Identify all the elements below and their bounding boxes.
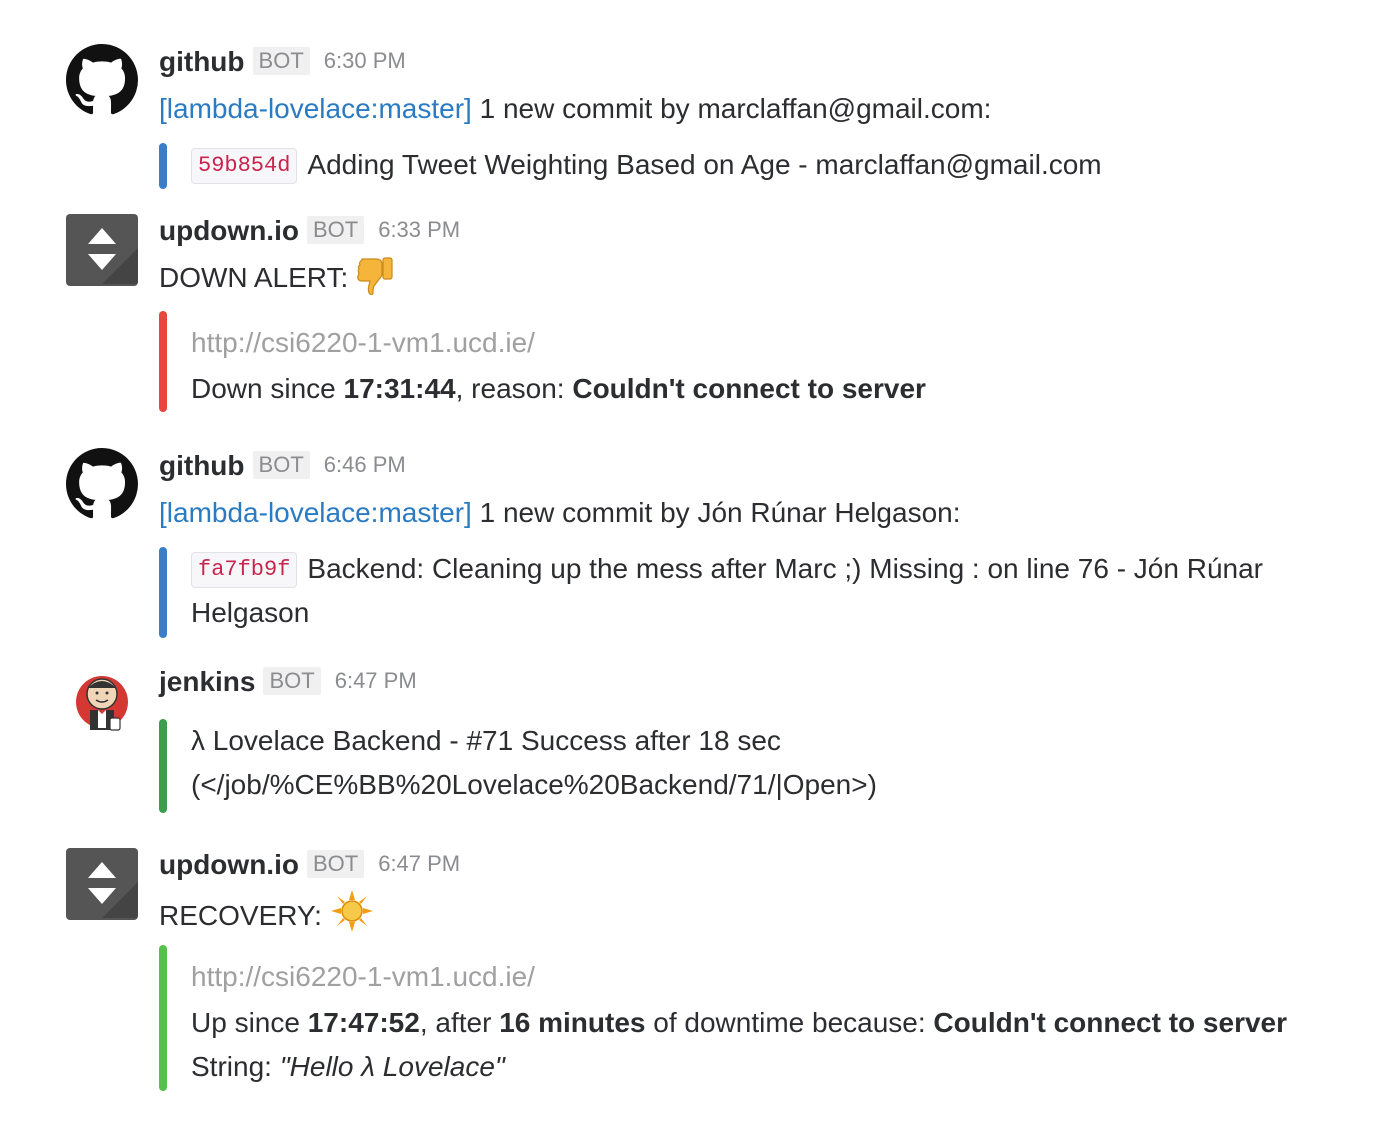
down-reason: Couldn't connect to server	[572, 373, 926, 404]
jenkins-icon	[76, 676, 128, 731]
attachment-bar	[159, 945, 167, 1091]
attachment-bar	[159, 143, 167, 189]
github-avatar[interactable]	[66, 44, 138, 116]
bot-badge: BOT	[252, 451, 310, 479]
status-mid: , reason:	[455, 373, 565, 404]
jenkins-avatar[interactable]	[66, 664, 138, 736]
bot-badge: BOT	[306, 216, 365, 244]
downtime-duration: 16 minutes	[499, 1007, 646, 1038]
username[interactable]: github	[159, 450, 245, 481]
message-header: jenkins BOT 6:47 PM	[159, 666, 417, 698]
username[interactable]: updown.io	[159, 215, 299, 246]
status-prefix: Down since	[191, 373, 336, 404]
username[interactable]: jenkins	[159, 666, 255, 697]
github-avatar[interactable]	[66, 448, 138, 520]
timestamp[interactable]: 6:47 PM	[335, 668, 417, 693]
message-text: RECOVERY:	[159, 889, 374, 946]
commit-summary: 1 new commit by marclaffan@gmail.com:	[479, 93, 992, 124]
commit-attachment: fa7fb9f Backend: Cleaning up the mess aft…	[159, 547, 1339, 638]
downtime-reason: Couldn't connect to server	[933, 1007, 1288, 1038]
down-status: Down since 17:31:44, reason: Couldn't co…	[191, 367, 1339, 411]
message-text: [lambda-lovelace:master] 1 new commit by…	[159, 87, 991, 131]
username[interactable]: updown.io	[159, 849, 299, 880]
alert-attachment: http://csi6220-1-vm1.ucd.ie/ Down since …	[159, 311, 1339, 412]
up-mid: , after	[419, 1007, 492, 1038]
monitored-url-link[interactable]: http://csi6220-1-vm1.ucd.ie/	[191, 321, 1339, 365]
commit-attachment: 59b854d Adding Tweet Weighting Based on A…	[159, 143, 1339, 189]
timestamp[interactable]: 6:47 PM	[378, 851, 460, 876]
attachment-bar	[159, 311, 167, 412]
monitored-url-link[interactable]: http://csi6220-1-vm1.ucd.ie/	[191, 955, 1339, 999]
thumbs-down-icon	[356, 255, 396, 308]
repo-branch-link[interactable]: [lambda-lovelace:master]	[159, 93, 472, 124]
build-status: λ Lovelace Backend - #71 Success after 1…	[191, 725, 781, 756]
bot-badge: BOT	[252, 47, 310, 75]
commit-message-cont: Helgason	[191, 597, 310, 628]
recovery-text: RECOVERY:	[159, 900, 322, 931]
build-link[interactable]: (</job/%CE%BB%20Lovelace%20Backend/71/|O…	[191, 763, 1339, 807]
commit-message: Backend: Cleaning up the mess after Marc…	[307, 553, 1263, 584]
commit-message: Adding Tweet Weighting Based on Age - ma…	[307, 149, 1102, 180]
commit-hash-link[interactable]: fa7fb9f	[191, 552, 298, 588]
attachment-bar	[159, 719, 167, 813]
recovery-attachment: http://csi6220-1-vm1.ucd.ie/ Up since 17…	[159, 945, 1339, 1091]
message-header: github BOT 6:46 PM	[159, 450, 406, 482]
message-text: [lambda-lovelace:master] 1 new commit by…	[159, 491, 961, 535]
up-since-time: 17:47:52	[307, 1007, 420, 1038]
up-status: Up since 17:47:52, after 16 minutes of d…	[191, 1001, 1339, 1045]
github-icon	[66, 44, 138, 115]
string-value: "Hello λ Lovelace"	[279, 1051, 505, 1082]
updown-avatar[interactable]	[66, 214, 138, 286]
username[interactable]: github	[159, 46, 245, 77]
commit-summary: 1 new commit by Jón Rúnar Helgason:	[479, 497, 961, 528]
bot-badge: BOT	[263, 667, 321, 695]
updown-icon	[66, 848, 138, 920]
up-mid2: of downtime because:	[653, 1007, 926, 1038]
timestamp[interactable]: 6:46 PM	[324, 452, 406, 477]
timestamp[interactable]: 6:30 PM	[324, 48, 406, 73]
alert-text: DOWN ALERT:	[159, 262, 349, 293]
string-label: String:	[191, 1051, 272, 1082]
github-icon	[66, 448, 138, 519]
message-header: github BOT 6:30 PM	[159, 46, 406, 78]
check-string: String: "Hello λ Lovelace"	[191, 1045, 1339, 1089]
up-prefix: Up since	[191, 1007, 300, 1038]
down-since-time: 17:31:44	[343, 373, 456, 404]
attachment-bar	[159, 547, 167, 638]
repo-branch-link[interactable]: [lambda-lovelace:master]	[159, 497, 472, 528]
updown-avatar[interactable]	[66, 848, 138, 920]
build-attachment: λ Lovelace Backend - #71 Success after 1…	[159, 719, 1339, 813]
commit-hash-link[interactable]: 59b854d	[191, 148, 298, 184]
updown-icon	[66, 214, 138, 286]
sun-icon	[330, 889, 374, 946]
timestamp[interactable]: 6:33 PM	[378, 217, 460, 242]
bot-badge: BOT	[306, 850, 365, 878]
message-text: DOWN ALERT:	[159, 255, 396, 308]
message-header: updown.io BOT 6:47 PM	[159, 849, 460, 881]
message-header: updown.io BOT 6:33 PM	[159, 215, 460, 247]
